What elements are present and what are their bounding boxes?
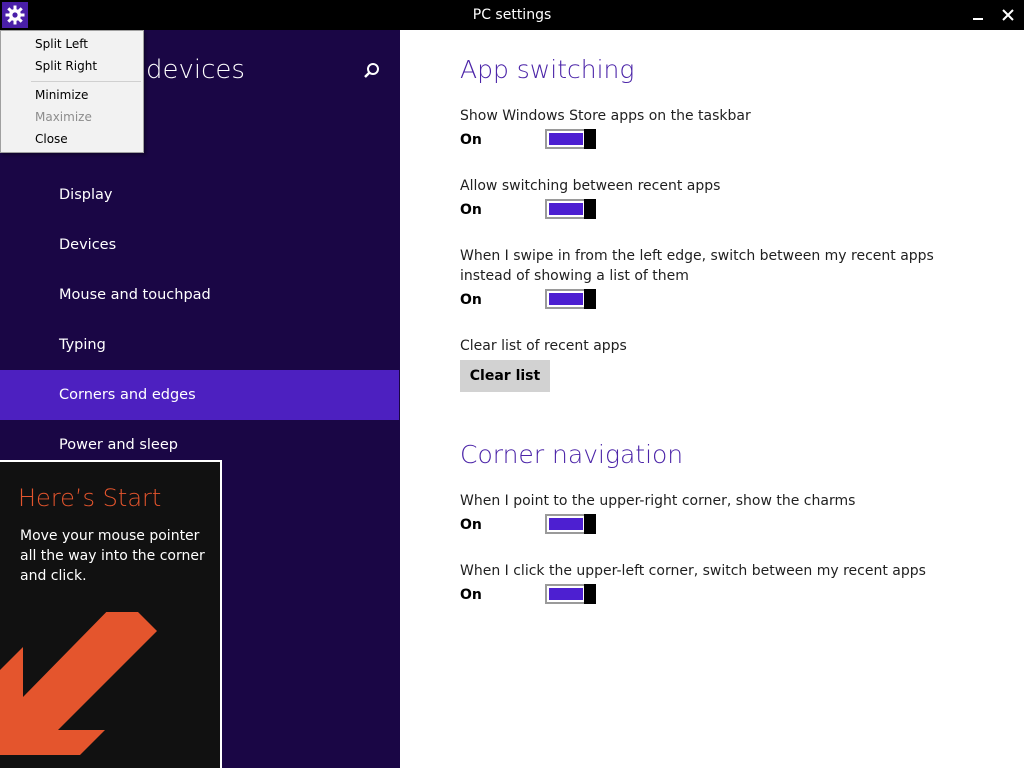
main-content: App switching Show Windows Store apps on… [400,30,1024,768]
toggle-swipe-left-edge[interactable] [545,289,596,309]
sidebar-item-corners-and-edges[interactable]: Corners and edges [0,370,399,420]
sidebar-item-typing[interactable]: Typing [0,320,399,370]
toggle-allow-switching[interactable] [545,199,596,219]
setting-state: On [460,587,482,603]
menu-item-maximize: Maximize [35,110,92,124]
menu-item-split-right[interactable]: Split Right [35,55,97,77]
setting-state: On [460,132,482,148]
toggle-thumb[interactable] [584,129,596,149]
setting-label-upper-left-recent-apps: When I click the upper-left corner, swit… [460,563,926,579]
sidebar-item-display[interactable]: Display [0,170,399,220]
menu-separator [31,81,141,82]
setting-state: On [460,202,482,218]
toggle-fill [549,588,583,600]
window-context-menu: Split Left Split Right Minimize Maximize… [0,30,144,153]
toggle-thumb[interactable] [584,584,596,604]
arrow-down-left-icon [0,596,220,768]
start-tip-panel: Here’s Start Move your mouse pointer all… [0,460,222,768]
clear-list-button[interactable]: Clear list [460,360,550,392]
tip-title: Here’s Start [18,484,162,512]
setting-label-allow-switching: Allow switching between recent apps [460,178,721,194]
minimize-icon[interactable] [962,0,994,30]
toggle-show-store-apps[interactable] [545,129,596,149]
toggle-fill [549,518,583,530]
gear-icon[interactable] [2,2,28,28]
toggle-upper-right-charms[interactable] [545,514,596,534]
section-title-app-switching: App switching [460,55,635,84]
toggle-fill [549,293,583,305]
close-icon[interactable] [992,0,1024,30]
setting-label-swipe-left-edge: When I swipe in from the left edge, swit… [460,248,934,284]
menu-item-close[interactable]: Close [35,128,68,150]
search-icon[interactable] [358,58,384,84]
setting-state: On [460,292,482,308]
sidebar-item-devices[interactable]: Devices [0,220,399,270]
section-title-corner-navigation: Corner navigation [460,440,684,469]
toggle-upper-left-recent-apps[interactable] [545,584,596,604]
toggle-fill [549,133,583,145]
toggle-fill [549,203,583,215]
setting-label-show-store-apps: Show Windows Store apps on the taskbar [460,108,751,124]
window-title: PC settings [472,7,552,23]
setting-state: On [460,517,482,533]
toggle-thumb[interactable] [584,514,596,534]
setting-label-clear-list: Clear list of recent apps [460,338,627,354]
menu-item-split-left[interactable]: Split Left [35,33,88,55]
toggle-thumb[interactable] [584,199,596,219]
setting-label-upper-right-charms: When I point to the upper-right corner, … [460,493,856,509]
toggle-thumb[interactable] [584,289,596,309]
menu-item-minimize[interactable]: Minimize [35,84,88,106]
title-bar: PC settings [0,0,1024,30]
sidebar-item-mouse-and-touchpad[interactable]: Mouse and touchpad [0,270,399,320]
tip-body: Move your mouse pointer all the way into… [20,528,205,584]
sidebar-title: devices [146,55,245,85]
